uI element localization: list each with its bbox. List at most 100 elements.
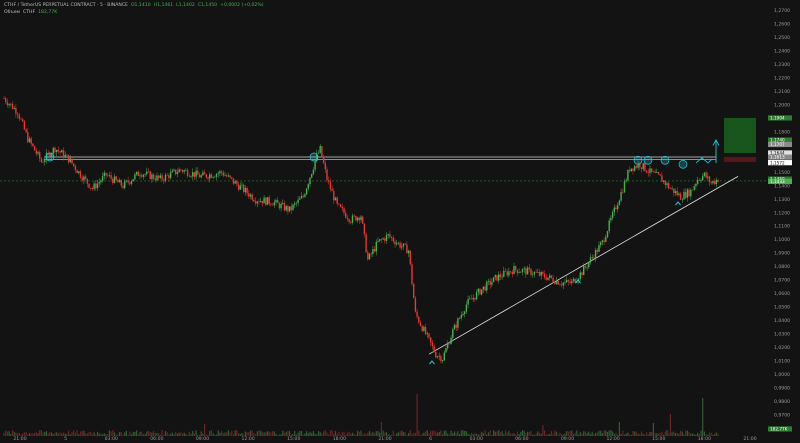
volume-bar xyxy=(309,431,311,436)
candle-body xyxy=(426,333,428,335)
candle-body xyxy=(244,187,247,193)
volume-bar xyxy=(615,432,617,436)
volume-bar xyxy=(408,433,410,436)
y-tick-label: 0,9800 xyxy=(774,399,790,405)
candle-body xyxy=(56,149,58,153)
volume-bar xyxy=(703,431,705,436)
candle-body xyxy=(370,253,372,255)
candle-body xyxy=(358,217,360,221)
volume-bar xyxy=(484,430,486,436)
y-tick-label: 1,0900 xyxy=(774,251,790,257)
candle-body xyxy=(526,267,529,275)
volume-bar xyxy=(137,434,139,436)
candle-body xyxy=(552,278,554,283)
candle-body xyxy=(418,316,420,323)
candle-body xyxy=(118,179,121,183)
candle-body xyxy=(275,199,277,203)
candle-body xyxy=(333,190,335,201)
candle-body xyxy=(516,269,519,274)
volume-bar xyxy=(635,431,637,436)
volume-bar xyxy=(688,432,690,436)
candle-body xyxy=(423,326,425,332)
touch-circle xyxy=(45,152,55,162)
candle-body xyxy=(710,182,712,184)
candle-body xyxy=(249,194,252,197)
candle-body xyxy=(566,280,568,283)
volume-bar xyxy=(647,434,649,436)
volume-bar xyxy=(319,432,321,436)
candle-body xyxy=(210,174,213,178)
candle-body xyxy=(453,324,456,330)
volume-bar xyxy=(107,434,109,436)
volume-bar xyxy=(474,432,476,436)
touch-circle xyxy=(633,155,643,165)
volume-bar xyxy=(459,434,461,436)
candle-body xyxy=(256,201,258,204)
candle-body xyxy=(676,191,678,196)
volume-bar xyxy=(521,430,524,436)
volume-bar xyxy=(120,432,122,436)
volume-bar xyxy=(147,430,150,436)
y-tick-label: 1,0100 xyxy=(774,358,790,364)
candle-body xyxy=(285,206,287,211)
volume-bar xyxy=(668,433,670,436)
volume-bar xyxy=(122,434,124,436)
volume-bar xyxy=(105,433,107,436)
volume-bar xyxy=(125,430,127,436)
volume-bar xyxy=(617,434,619,436)
candle-body xyxy=(287,206,289,212)
volume-bar xyxy=(294,431,296,436)
volume-bar xyxy=(98,433,100,436)
volume-bar xyxy=(351,432,354,436)
volume-bar xyxy=(673,431,675,436)
candle-body xyxy=(78,171,80,174)
candle-body xyxy=(113,176,116,183)
candle-body xyxy=(266,197,269,205)
candle-body xyxy=(525,268,527,275)
candle-body xyxy=(209,174,211,179)
candle-body xyxy=(188,175,190,177)
candle-body xyxy=(419,322,422,326)
candle-body xyxy=(465,304,468,312)
candle-body xyxy=(428,333,430,338)
volume-bar xyxy=(431,430,433,436)
candle-body xyxy=(532,274,534,276)
candle-body xyxy=(8,104,10,106)
y-tick-label: 1,1300 xyxy=(774,197,790,203)
volume-bar xyxy=(360,430,362,436)
volume-bar xyxy=(307,433,309,436)
candle-body xyxy=(103,172,105,177)
volume-bar xyxy=(69,434,71,436)
volume-bar xyxy=(613,434,615,436)
candle-body xyxy=(309,177,311,185)
candle-body xyxy=(591,257,593,258)
volume-bar xyxy=(331,430,333,436)
candle-body xyxy=(634,166,636,171)
price-chart[interactable]: 1,2700 1,2600 1,2500 1,2400 1,2300 1,2200 1,21… xyxy=(0,0,800,443)
candle-body xyxy=(57,149,60,152)
volume-bar xyxy=(637,433,639,436)
volume-bar xyxy=(374,433,376,436)
volume-bar xyxy=(504,430,507,436)
candle-body xyxy=(690,189,692,197)
candle-body xyxy=(581,272,583,276)
candle-body xyxy=(71,158,73,164)
candle-body xyxy=(491,282,493,285)
volume-bar xyxy=(494,431,496,436)
volume-bar xyxy=(578,434,580,436)
candle-body xyxy=(193,172,196,177)
candle-body xyxy=(22,119,24,122)
touch-circle xyxy=(309,152,319,162)
volume-bar xyxy=(453,431,456,436)
candle-body xyxy=(146,171,148,175)
candle-body xyxy=(299,198,301,200)
volume-bar xyxy=(627,432,629,436)
x-tick-label: 21:00 xyxy=(13,436,26,442)
candle-body xyxy=(503,270,505,277)
candle-body xyxy=(363,223,366,234)
candle-body xyxy=(521,269,524,273)
candle-body xyxy=(158,175,160,178)
candle-body xyxy=(399,242,401,248)
volume-bar xyxy=(100,434,102,436)
volume-bar xyxy=(574,432,576,436)
